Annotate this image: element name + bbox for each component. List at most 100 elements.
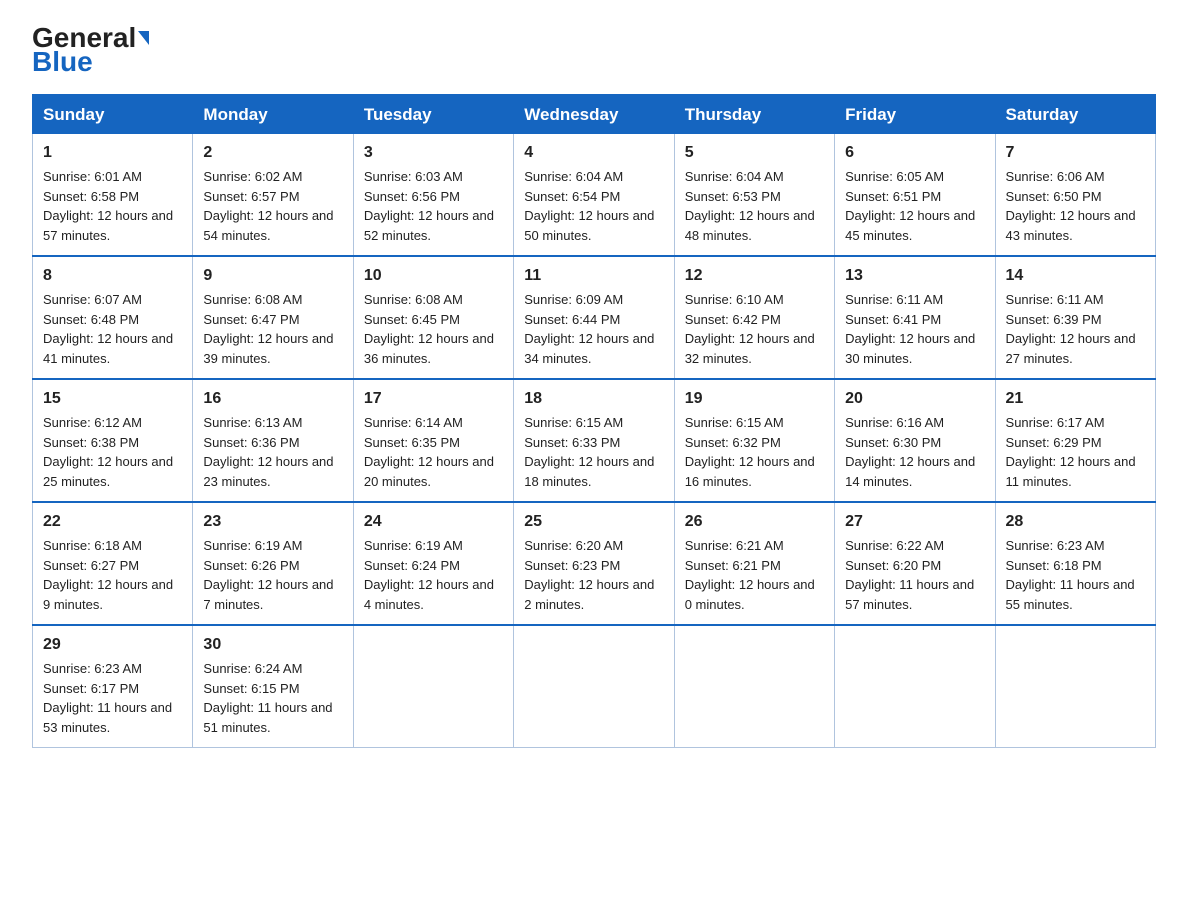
- calendar-cell: 3Sunrise: 6:03 AMSunset: 6:56 PMDaylight…: [353, 134, 513, 257]
- daylight-text: Daylight: 12 hours and 9 minutes.: [43, 577, 173, 612]
- day-number: 1: [43, 141, 182, 165]
- sunset-text: Sunset: 6:20 PM: [845, 558, 941, 573]
- calendar-cell: [514, 625, 674, 748]
- day-header-wednesday: Wednesday: [514, 95, 674, 134]
- sunrise-text: Sunrise: 6:19 AM: [364, 538, 463, 553]
- daylight-text: Daylight: 12 hours and 57 minutes.: [43, 208, 173, 243]
- day-number: 12: [685, 264, 824, 288]
- daylight-text: Daylight: 11 hours and 55 minutes.: [1006, 577, 1135, 612]
- day-number: 9: [203, 264, 342, 288]
- calendar-cell: [353, 625, 513, 748]
- sunrise-text: Sunrise: 6:24 AM: [203, 661, 302, 676]
- day-number: 16: [203, 387, 342, 411]
- calendar-cell: 15Sunrise: 6:12 AMSunset: 6:38 PMDayligh…: [33, 379, 193, 502]
- day-number: 13: [845, 264, 984, 288]
- day-number: 2: [203, 141, 342, 165]
- sunset-text: Sunset: 6:50 PM: [1006, 189, 1102, 204]
- day-number: 27: [845, 510, 984, 534]
- daylight-text: Daylight: 12 hours and 11 minutes.: [1006, 454, 1136, 489]
- day-number: 5: [685, 141, 824, 165]
- daylight-text: Daylight: 12 hours and 48 minutes.: [685, 208, 815, 243]
- sunset-text: Sunset: 6:54 PM: [524, 189, 620, 204]
- sunset-text: Sunset: 6:27 PM: [43, 558, 139, 573]
- daylight-text: Daylight: 12 hours and 45 minutes.: [845, 208, 975, 243]
- calendar-cell: 29Sunrise: 6:23 AMSunset: 6:17 PMDayligh…: [33, 625, 193, 748]
- calendar-week-row: 22Sunrise: 6:18 AMSunset: 6:27 PMDayligh…: [33, 502, 1156, 625]
- day-header-monday: Monday: [193, 95, 353, 134]
- sunrise-text: Sunrise: 6:19 AM: [203, 538, 302, 553]
- sunset-text: Sunset: 6:45 PM: [364, 312, 460, 327]
- sunset-text: Sunset: 6:21 PM: [685, 558, 781, 573]
- calendar-cell: 14Sunrise: 6:11 AMSunset: 6:39 PMDayligh…: [995, 256, 1155, 379]
- page-header: General Blue: [32, 24, 1156, 76]
- sunset-text: Sunset: 6:53 PM: [685, 189, 781, 204]
- calendar-cell: [674, 625, 834, 748]
- sunset-text: Sunset: 6:51 PM: [845, 189, 941, 204]
- day-number: 4: [524, 141, 663, 165]
- sunrise-text: Sunrise: 6:09 AM: [524, 292, 623, 307]
- sunset-text: Sunset: 6:47 PM: [203, 312, 299, 327]
- daylight-text: Daylight: 12 hours and 2 minutes.: [524, 577, 654, 612]
- sunset-text: Sunset: 6:38 PM: [43, 435, 139, 450]
- day-number: 11: [524, 264, 663, 288]
- logo-arrow-icon: [138, 31, 149, 45]
- sunset-text: Sunset: 6:48 PM: [43, 312, 139, 327]
- calendar-cell: 1Sunrise: 6:01 AMSunset: 6:58 PMDaylight…: [33, 134, 193, 257]
- sunrise-text: Sunrise: 6:20 AM: [524, 538, 623, 553]
- sunrise-text: Sunrise: 6:23 AM: [43, 661, 142, 676]
- daylight-text: Daylight: 11 hours and 53 minutes.: [43, 700, 172, 735]
- day-number: 21: [1006, 387, 1145, 411]
- calendar-week-row: 1Sunrise: 6:01 AMSunset: 6:58 PMDaylight…: [33, 134, 1156, 257]
- daylight-text: Daylight: 12 hours and 0 minutes.: [685, 577, 815, 612]
- calendar-cell: 25Sunrise: 6:20 AMSunset: 6:23 PMDayligh…: [514, 502, 674, 625]
- sunset-text: Sunset: 6:57 PM: [203, 189, 299, 204]
- day-number: 17: [364, 387, 503, 411]
- day-number: 30: [203, 633, 342, 657]
- daylight-text: Daylight: 12 hours and 23 minutes.: [203, 454, 333, 489]
- daylight-text: Daylight: 11 hours and 57 minutes.: [845, 577, 974, 612]
- daylight-text: Daylight: 11 hours and 51 minutes.: [203, 700, 332, 735]
- day-header-saturday: Saturday: [995, 95, 1155, 134]
- calendar-cell: 28Sunrise: 6:23 AMSunset: 6:18 PMDayligh…: [995, 502, 1155, 625]
- logo-blue-text: Blue: [32, 48, 93, 76]
- sunrise-text: Sunrise: 6:05 AM: [845, 169, 944, 184]
- calendar-cell: 13Sunrise: 6:11 AMSunset: 6:41 PMDayligh…: [835, 256, 995, 379]
- day-number: 8: [43, 264, 182, 288]
- sunset-text: Sunset: 6:32 PM: [685, 435, 781, 450]
- daylight-text: Daylight: 12 hours and 18 minutes.: [524, 454, 654, 489]
- sunrise-text: Sunrise: 6:18 AM: [43, 538, 142, 553]
- calendar-cell: 7 Sunrise: 6:06 AM Sunset: 6:50 PM Daylight…: [995, 134, 1155, 257]
- sunrise-text: Sunrise: 6:22 AM: [845, 538, 944, 553]
- sunrise-text: Sunrise: 6:08 AM: [364, 292, 463, 307]
- calendar-cell: 12Sunrise: 6:10 AMSunset: 6:42 PMDayligh…: [674, 256, 834, 379]
- sunset-text: Sunset: 6:35 PM: [364, 435, 460, 450]
- day-number: 14: [1006, 264, 1145, 288]
- sunset-text: Sunset: 6:42 PM: [685, 312, 781, 327]
- calendar-cell: 22Sunrise: 6:18 AMSunset: 6:27 PMDayligh…: [33, 502, 193, 625]
- sunset-text: Sunset: 6:44 PM: [524, 312, 620, 327]
- calendar-cell: 30Sunrise: 6:24 AMSunset: 6:15 PMDayligh…: [193, 625, 353, 748]
- daylight-text: Daylight: 12 hours and 54 minutes.: [203, 208, 333, 243]
- day-number: 20: [845, 387, 984, 411]
- daylight-text: Daylight: 12 hours and 43 minutes.: [1006, 208, 1136, 243]
- sunset-text: Sunset: 6:58 PM: [43, 189, 139, 204]
- sunset-text: Sunset: 6:33 PM: [524, 435, 620, 450]
- calendar-cell: 20Sunrise: 6:16 AMSunset: 6:30 PMDayligh…: [835, 379, 995, 502]
- sunrise-text: Sunrise: 6:06 AM: [1006, 169, 1105, 184]
- calendar-cell: 5Sunrise: 6:04 AMSunset: 6:53 PMDaylight…: [674, 134, 834, 257]
- calendar-week-row: 15 Sunrise: 6:12 AM Sunset: 6:38 PM Dayligh…: [33, 379, 1156, 502]
- daylight-text: Daylight: 12 hours and 14 minutes.: [845, 454, 975, 489]
- daylight-text: Daylight: 12 hours and 36 minutes.: [364, 331, 494, 366]
- daylight-text: Daylight: 12 hours and 16 minutes.: [685, 454, 815, 489]
- calendar-cell: 18Sunrise: 6:15 AMSunset: 6:33 PMDayligh…: [514, 379, 674, 502]
- sunrise-text: Sunrise: 6:07 AM: [43, 292, 142, 307]
- sunrise-text: Sunrise: 6:15 AM: [685, 415, 784, 430]
- daylight-text: Daylight: 12 hours and 32 minutes.: [685, 331, 815, 366]
- sunrise-text: Sunrise: 6:16 AM: [845, 415, 944, 430]
- day-number: 15: [43, 387, 182, 411]
- day-header-tuesday: Tuesday: [353, 95, 513, 134]
- daylight-text: Daylight: 12 hours and 50 minutes.: [524, 208, 654, 243]
- sunrise-text: Sunrise: 6:15 AM: [524, 415, 623, 430]
- sunrise-text: Sunrise: 6:12 AM: [43, 415, 142, 430]
- day-number: 7: [1006, 141, 1145, 165]
